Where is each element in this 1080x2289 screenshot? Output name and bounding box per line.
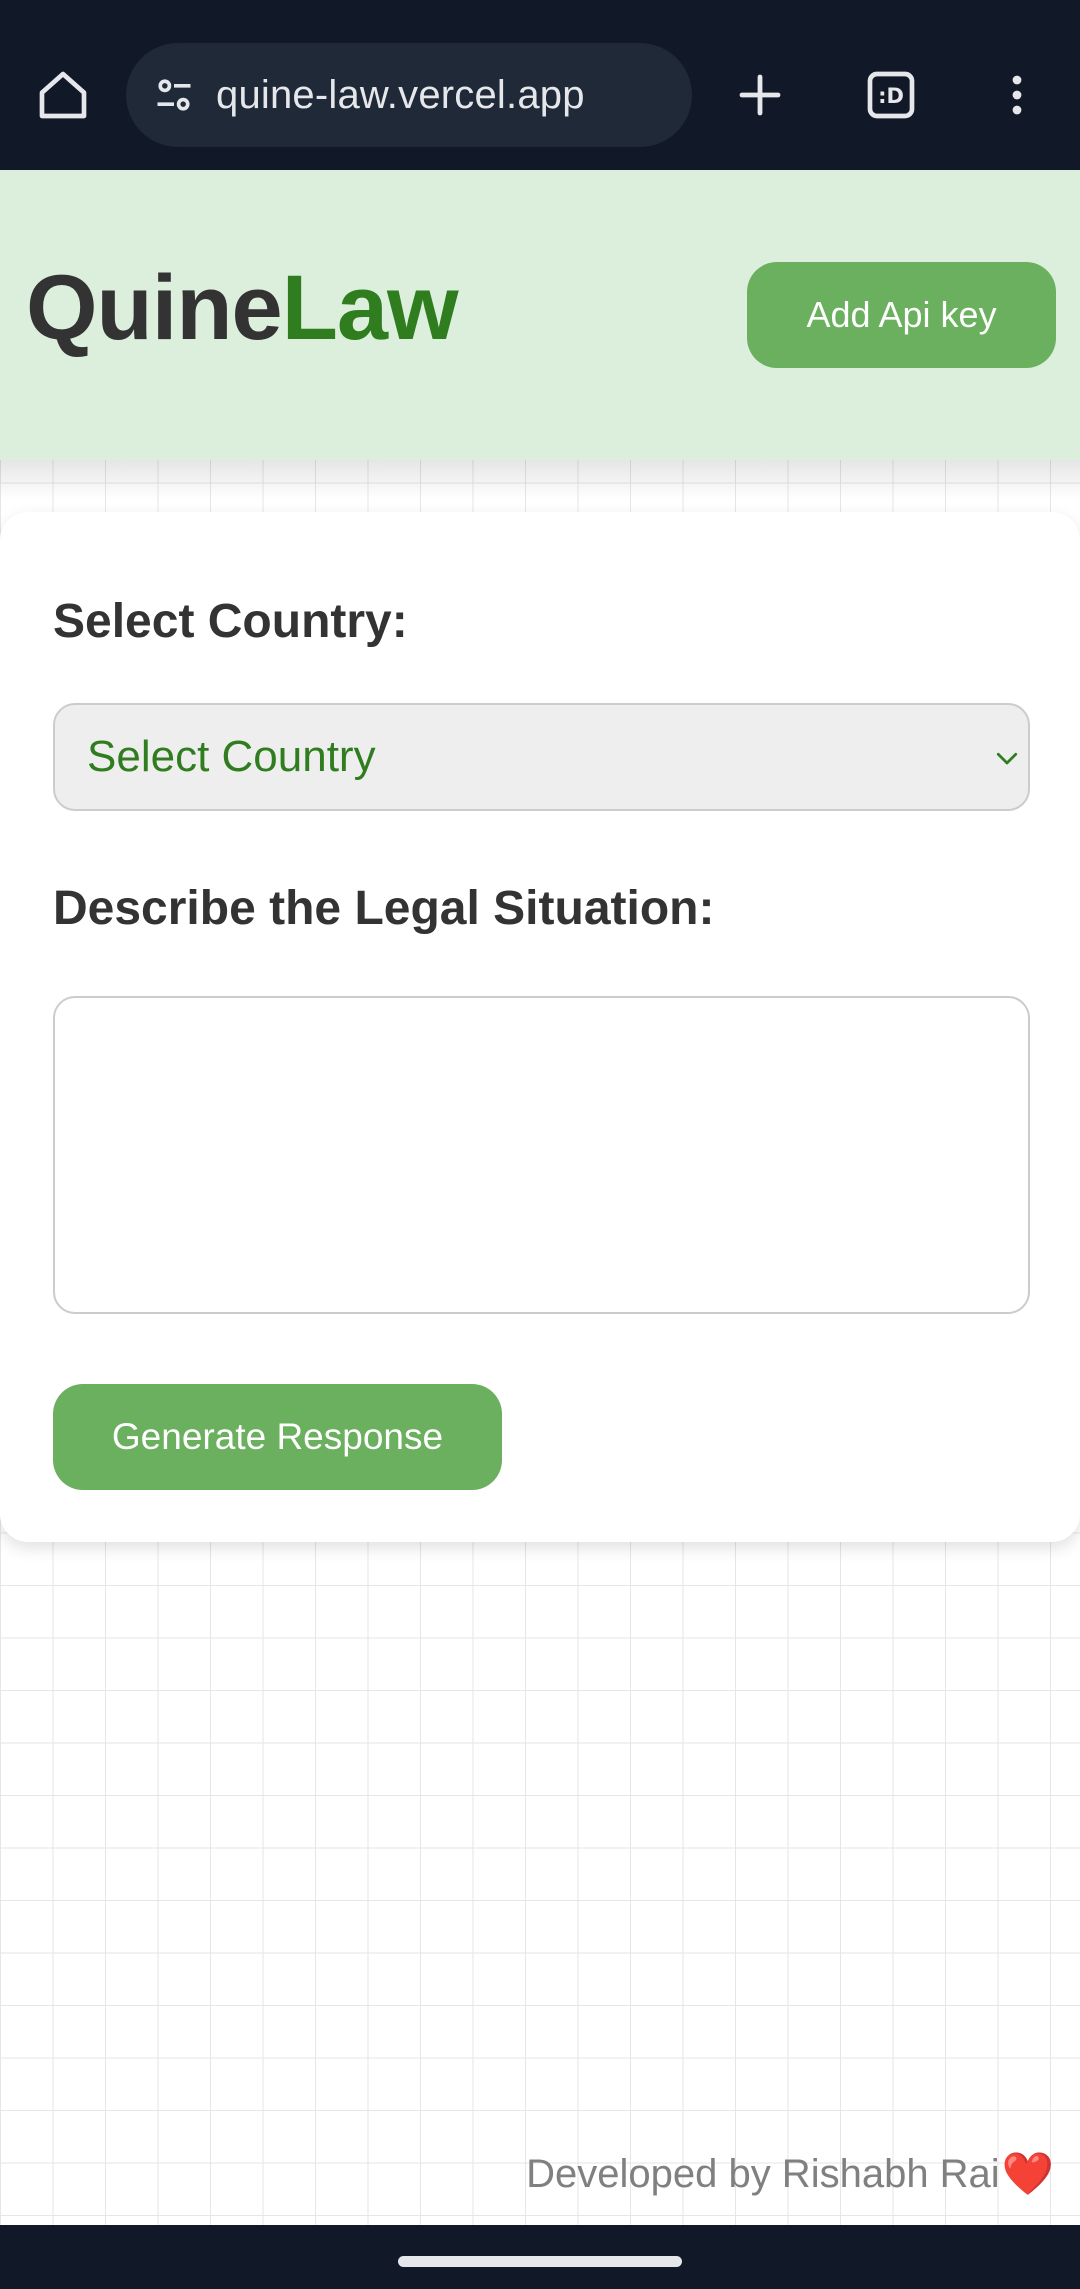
site-settings-icon[interactable] bbox=[144, 65, 204, 125]
situation-label: Describe the Legal Situation: bbox=[53, 882, 715, 935]
app-header: QuineLaw Add Api key bbox=[0, 170, 1080, 460]
country-select-value: Select Country bbox=[87, 732, 376, 781]
developer-credit: Developed by Rishabh Rai ❤️ bbox=[526, 2150, 1054, 2199]
country-select[interactable]: Select Country bbox=[53, 703, 1030, 811]
generate-response-button[interactable]: Generate Response bbox=[53, 1384, 502, 1490]
more-options-icon[interactable] bbox=[977, 55, 1057, 135]
url-text: quine-law.vercel.app bbox=[216, 72, 585, 117]
home-icon[interactable] bbox=[23, 55, 103, 135]
system-navigation-bar bbox=[0, 2225, 1080, 2289]
situation-textarea[interactable] bbox=[53, 996, 1030, 1314]
header-shadow bbox=[0, 460, 1080, 500]
tab-switcher-icon[interactable]: :D bbox=[851, 55, 931, 135]
address-bar[interactable]: quine-law.vercel.app bbox=[126, 43, 692, 147]
new-tab-icon[interactable] bbox=[720, 55, 800, 135]
app-logo[interactable]: QuineLaw bbox=[26, 256, 459, 361]
credit-text: Developed by Rishabh Rai bbox=[526, 2152, 1000, 2196]
add-api-key-button[interactable]: Add Api key bbox=[747, 262, 1056, 368]
heart-icon: ❤️ bbox=[1001, 2150, 1054, 2197]
logo-part-law: Law bbox=[281, 257, 459, 359]
home-indicator[interactable] bbox=[398, 2256, 682, 2267]
tab-count: :D bbox=[878, 84, 904, 108]
logo-part-quine: Quine bbox=[26, 257, 283, 359]
country-label: Select Country: bbox=[53, 595, 408, 648]
browser-toolbar: quine-law.vercel.app :D bbox=[0, 0, 1080, 170]
page: quine-law.vercel.app :D QuineLaw Add Api… bbox=[0, 0, 1080, 2289]
form-card: Select Country: Select Country Describe … bbox=[0, 512, 1080, 1542]
chevron-down-icon bbox=[996, 752, 1018, 765]
